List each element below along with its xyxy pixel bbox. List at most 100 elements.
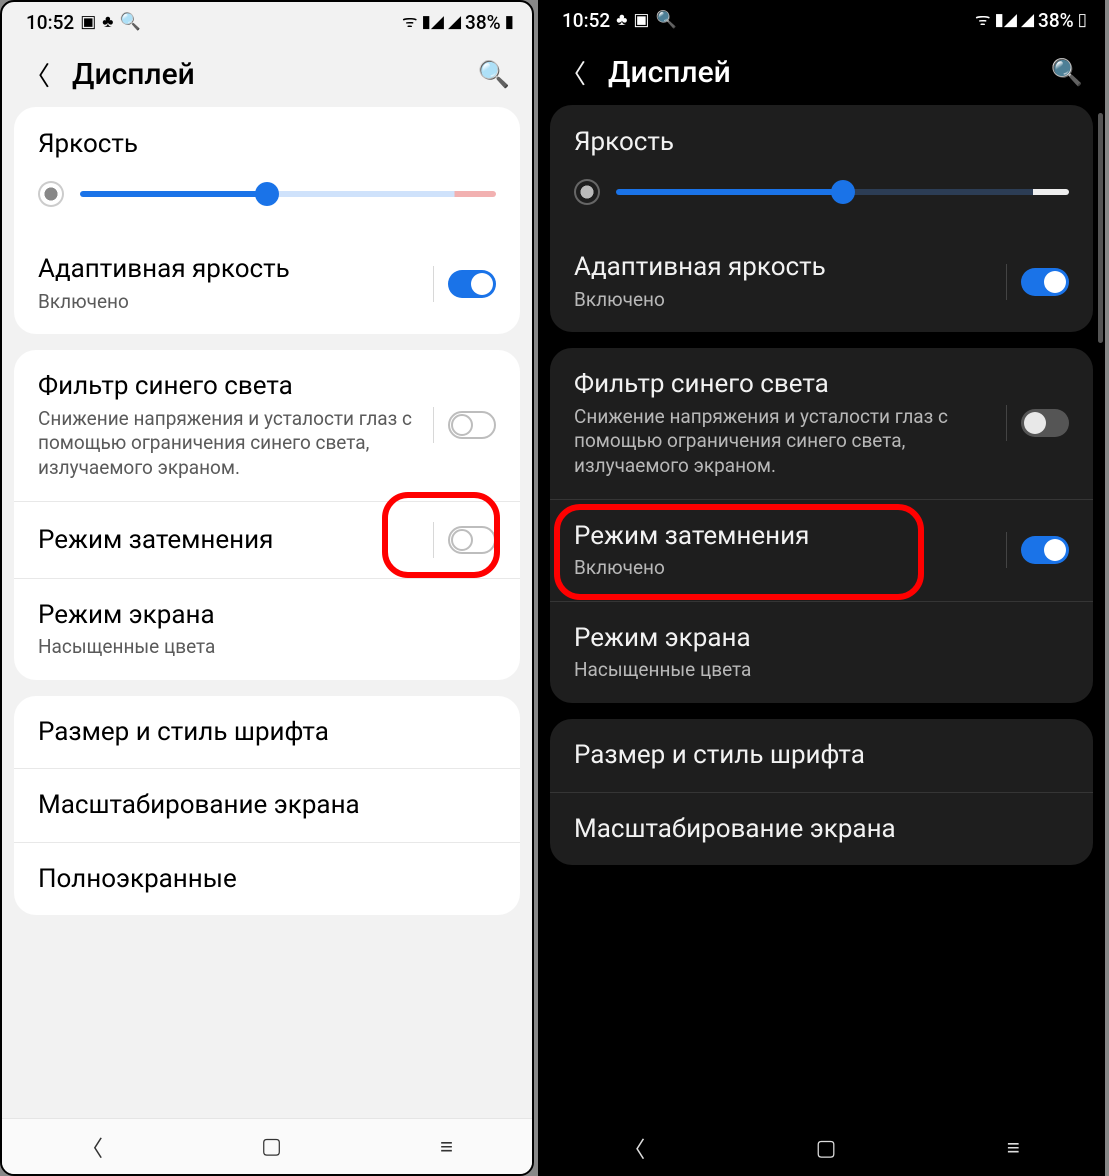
screenmode-sub: Насыщенные цвета bbox=[574, 658, 1069, 683]
adaptive-sub: Включено bbox=[38, 290, 425, 315]
brightness-slider[interactable] bbox=[80, 191, 496, 197]
settings-content: Яркость Адаптивная яркость Включено bbox=[2, 103, 532, 1118]
brightness-title: Яркость bbox=[38, 129, 496, 159]
brightness-low-icon bbox=[38, 181, 64, 207]
card-display-options: Фильтр синего света Снижение напряжения … bbox=[14, 350, 520, 680]
nav-home-icon[interactable]: ▢ bbox=[816, 1136, 837, 1161]
darkmode-title: Режим затемнения bbox=[574, 520, 998, 553]
nav-recent-icon[interactable]: ≡ bbox=[1007, 1135, 1020, 1161]
search-status-icon: 🔍 bbox=[119, 14, 140, 31]
battery-pct: 38% bbox=[1038, 9, 1074, 32]
zoom-title: Масштабирование экрана bbox=[574, 813, 1069, 846]
screenmode-title: Режим экрана bbox=[574, 622, 1069, 655]
row-dark-mode[interactable]: Режим затемнения bbox=[14, 501, 520, 578]
adaptive-title: Адаптивная яркость bbox=[38, 253, 425, 286]
brightness-slider[interactable] bbox=[616, 189, 1069, 195]
row-zoom[interactable]: Масштабирование экрана bbox=[550, 792, 1093, 866]
nav-back-icon[interactable]: 〈 bbox=[623, 1132, 645, 1164]
battery-icon: ▯ bbox=[1078, 12, 1087, 29]
nav-bar: 〈 ▢ ≡ bbox=[538, 1120, 1105, 1176]
row-dark-mode[interactable]: Режим затемнения Включено bbox=[550, 499, 1093, 601]
row-screen-mode[interactable]: Режим экрана Насыщенные цвета bbox=[14, 578, 520, 680]
brightness-low-icon bbox=[574, 179, 600, 205]
usb-icon: ♣ bbox=[616, 12, 627, 29]
darkmode-toggle[interactable] bbox=[448, 526, 496, 554]
header: 〈 Дисплей 🔍 bbox=[2, 42, 532, 103]
page-title: Дисплей bbox=[608, 55, 1029, 90]
status-time: 10:52 bbox=[26, 11, 74, 34]
screenmode-sub: Насыщенные цвета bbox=[38, 635, 496, 660]
row-brightness[interactable]: Яркость bbox=[14, 107, 520, 233]
battery-pct: 38% bbox=[465, 11, 501, 34]
status-bar: 10:52 ♣ ▣ 🔍 ᯤ ▮◢ ◢ 38% ▯ bbox=[538, 0, 1105, 40]
phone-light: 10:52 ▣ ♣ 🔍 ᯤ ▮◢ ◢ 38% ▮ 〈 Дисплей 🔍 Ярк… bbox=[0, 0, 534, 1176]
nav-recent-icon[interactable]: ≡ bbox=[440, 1134, 453, 1160]
screenmode-title: Режим экрана bbox=[38, 599, 496, 632]
image-icon: ▣ bbox=[80, 14, 96, 31]
status-time: 10:52 bbox=[562, 9, 610, 32]
card-font: Размер и стиль шрифта Масштабирование эк… bbox=[550, 719, 1093, 865]
row-brightness[interactable]: Яркость bbox=[550, 105, 1093, 231]
bluefilter-sub: Снижение напряжения и усталости глаз с п… bbox=[574, 405, 998, 479]
card-display-options: Фильтр синего света Снижение напряжения … bbox=[550, 348, 1093, 703]
row-zoom[interactable]: Масштабирование экрана bbox=[14, 768, 520, 842]
bluefilter-toggle[interactable] bbox=[448, 411, 496, 439]
phone-dark: 10:52 ♣ ▣ 🔍 ᯤ ▮◢ ◢ 38% ▯ 〈 Дисплей 🔍 Ярк… bbox=[538, 0, 1105, 1176]
wifi-icon: ᯤ bbox=[402, 14, 418, 31]
nav-back-icon[interactable]: 〈 bbox=[81, 1131, 103, 1163]
brightness-title: Яркость bbox=[574, 127, 1069, 157]
bluefilter-toggle[interactable] bbox=[1021, 409, 1069, 437]
back-icon[interactable]: 〈 bbox=[560, 54, 586, 91]
search-icon[interactable]: 🔍 bbox=[478, 60, 510, 90]
darkmode-sub: Включено bbox=[574, 556, 998, 581]
font-title: Размер и стиль шрифта bbox=[574, 739, 1069, 772]
bluefilter-title: Фильтр синего света bbox=[38, 370, 425, 403]
darkmode-toggle[interactable] bbox=[1021, 536, 1069, 564]
divider bbox=[1006, 532, 1007, 568]
search-status-icon: 🔍 bbox=[655, 12, 676, 29]
divider bbox=[433, 407, 434, 443]
nav-home-icon[interactable]: ▢ bbox=[261, 1134, 282, 1159]
adaptive-toggle[interactable] bbox=[448, 270, 496, 298]
row-font[interactable]: Размер и стиль шрифта bbox=[550, 719, 1093, 792]
back-icon[interactable]: 〈 bbox=[24, 56, 50, 93]
divider bbox=[433, 266, 434, 302]
row-fullscreen[interactable]: Полноэкранные bbox=[14, 842, 520, 916]
bluefilter-sub: Снижение напряжения и усталости глаз с п… bbox=[38, 407, 425, 481]
adaptive-toggle[interactable] bbox=[1021, 268, 1069, 296]
nav-bar: 〈 ▢ ≡ bbox=[2, 1118, 532, 1174]
brightness-thumb[interactable] bbox=[831, 180, 855, 204]
divider bbox=[433, 522, 434, 558]
image-icon: ▣ bbox=[633, 12, 649, 29]
signal1-icon: ▮◢ bbox=[995, 12, 1017, 29]
brightness-thumb[interactable] bbox=[255, 182, 279, 206]
card-brightness: Яркость Адаптивная яркость Включено bbox=[14, 107, 520, 334]
wifi-icon: ᯤ bbox=[975, 12, 991, 29]
card-brightness: Яркость Адаптивная яркость Включено bbox=[550, 105, 1093, 332]
font-title: Размер и стиль шрифта bbox=[38, 716, 496, 749]
adaptive-sub: Включено bbox=[574, 288, 998, 313]
status-bar: 10:52 ▣ ♣ 🔍 ᯤ ▮◢ ◢ 38% ▮ bbox=[2, 2, 532, 42]
signal1-icon: ▮◢ bbox=[422, 14, 444, 31]
row-font[interactable]: Размер и стиль шрифта bbox=[14, 696, 520, 769]
row-blue-filter[interactable]: Фильтр синего света Снижение напряжения … bbox=[550, 348, 1093, 499]
fullscreen-title: Полноэкранные bbox=[38, 863, 496, 896]
header: 〈 Дисплей 🔍 bbox=[538, 40, 1105, 101]
adaptive-title: Адаптивная яркость bbox=[574, 251, 998, 284]
row-adaptive-brightness[interactable]: Адаптивная яркость Включено bbox=[14, 233, 520, 334]
divider bbox=[1006, 405, 1007, 441]
search-icon[interactable]: 🔍 bbox=[1051, 58, 1083, 88]
bluefilter-title: Фильтр синего света bbox=[574, 368, 998, 401]
row-screen-mode[interactable]: Режим экрана Насыщенные цвета bbox=[550, 601, 1093, 703]
signal2-icon: ◢ bbox=[448, 14, 461, 31]
usb-icon: ♣ bbox=[102, 14, 113, 31]
darkmode-title: Режим затемнения bbox=[38, 524, 425, 557]
settings-content: Яркость Адаптивная яркость Включено bbox=[538, 101, 1105, 1120]
signal2-icon: ◢ bbox=[1021, 12, 1034, 29]
page-title: Дисплей bbox=[72, 57, 456, 92]
row-adaptive-brightness[interactable]: Адаптивная яркость Включено bbox=[550, 231, 1093, 332]
card-font: Размер и стиль шрифта Масштабирование эк… bbox=[14, 696, 520, 916]
row-blue-filter[interactable]: Фильтр синего света Снижение напряжения … bbox=[14, 350, 520, 501]
zoom-title: Масштабирование экрана bbox=[38, 789, 496, 822]
scroll-indicator[interactable] bbox=[1098, 113, 1103, 343]
